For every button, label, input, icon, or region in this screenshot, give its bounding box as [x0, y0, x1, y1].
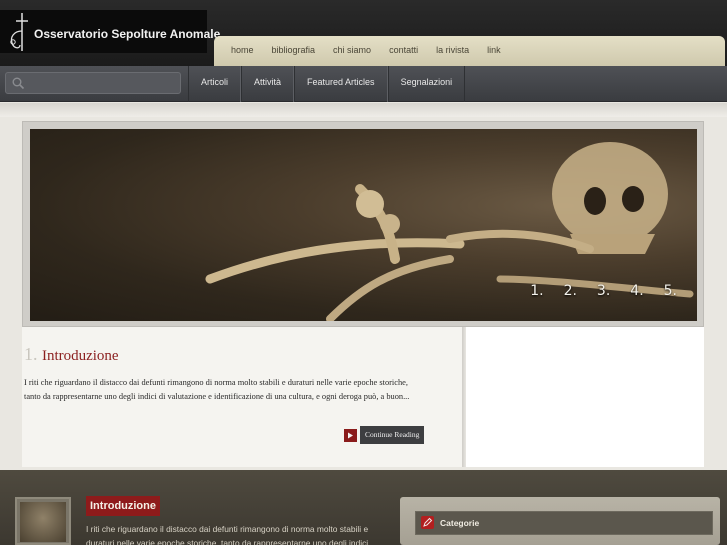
continue-reading[interactable]: Continue Reading: [344, 426, 425, 444]
slider-page-5[interactable]: 5.: [664, 283, 677, 299]
main-nav-segnalazioni[interactable]: Segnalazioni: [387, 66, 466, 102]
search-box: [5, 72, 181, 94]
top-nav: home bibliografia chi siamo contatti la …: [222, 45, 510, 55]
article-number: 1.: [24, 344, 38, 364]
main-nav-bar: Articoli Attività Featured Articles Segn…: [0, 66, 727, 102]
site-logo[interactable]: Osservatorio Sepolture Anomale: [0, 10, 220, 53]
slider-page-3[interactable]: 3.: [597, 283, 610, 299]
top-nav-bar: home bibliografia chi siamo contatti la …: [214, 36, 725, 66]
top-nav-la-rivista[interactable]: la rivista: [436, 45, 469, 55]
top-nav-contatti[interactable]: contatti: [389, 45, 418, 55]
arrow-right-icon: [344, 428, 357, 442]
slider-image[interactable]: 1. 2. 3. 4. 5.: [30, 129, 697, 321]
slider-page-1[interactable]: 1.: [530, 283, 543, 299]
slider-page-2[interactable]: 2.: [564, 283, 577, 299]
top-nav-bibliografia[interactable]: bibliografia: [272, 45, 316, 55]
search-input[interactable]: [28, 75, 176, 91]
pencil-icon: [421, 516, 434, 529]
top-nav-chi-siamo[interactable]: chi siamo: [333, 45, 371, 55]
bottom-post-title[interactable]: Introduzione: [86, 496, 160, 516]
thumbnail-image: [20, 502, 66, 542]
continue-reading-button[interactable]: Continue Reading: [360, 426, 425, 444]
slider-page-4[interactable]: 4.: [630, 283, 643, 299]
slider-pagination: 1. 2. 3. 4. 5.: [510, 283, 677, 299]
main-nav-attivita[interactable]: Attività: [241, 66, 295, 102]
top-nav-link[interactable]: link: [487, 45, 501, 55]
main-nav: Articoli Attività Featured Articles Segn…: [188, 66, 466, 102]
site-title: Osservatorio Sepolture Anomale: [34, 27, 221, 41]
post-thumbnail[interactable]: [15, 497, 71, 545]
featured-slider: 1. 2. 3. 4. 5.: [22, 121, 704, 327]
bottom-post-excerpt: I riti che riguardano il distacco dai de…: [86, 524, 369, 545]
top-nav-home[interactable]: home: [231, 45, 254, 55]
nav-shadow-strip: [0, 103, 727, 117]
article-title[interactable]: Introduzione: [42, 348, 119, 364]
article-excerpt: I riti che riguardano il distacco dai de…: [24, 378, 410, 401]
main-nav-articoli[interactable]: Articoli: [188, 66, 242, 102]
search-icon[interactable]: [11, 76, 25, 90]
logo-mark-icon: [10, 13, 28, 51]
main-nav-featured-articles[interactable]: Featured Articles: [294, 66, 388, 102]
article-heading: 1. Introduzione: [24, 344, 119, 365]
categories-label: Categorie: [440, 518, 480, 528]
sidebar-panel: [466, 327, 704, 467]
